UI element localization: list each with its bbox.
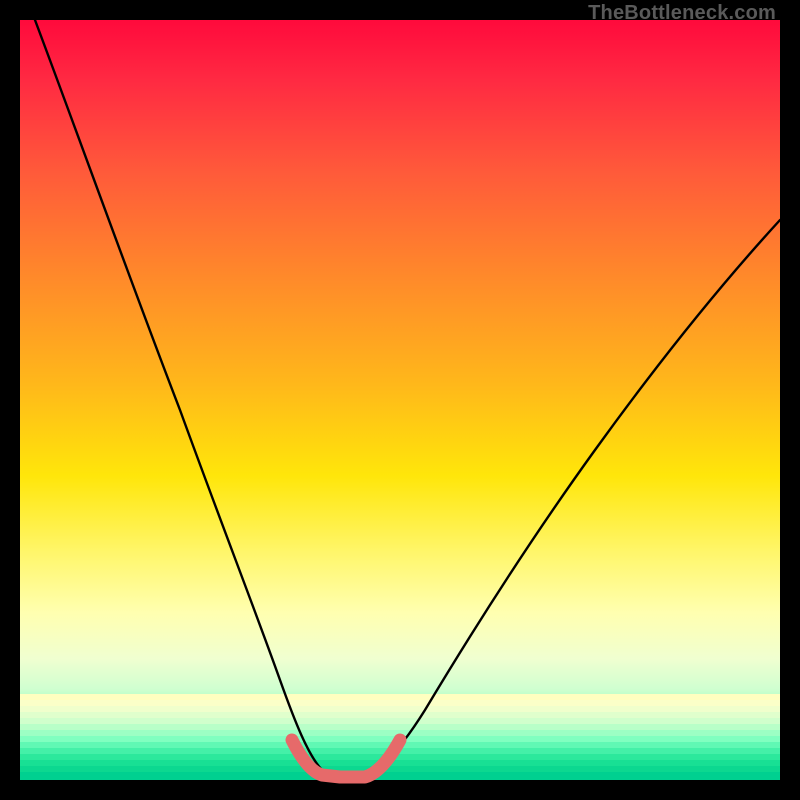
chart-frame: TheBottleneck.com — [0, 0, 800, 800]
plot-area — [20, 20, 780, 780]
highlight-segment — [292, 740, 400, 777]
main-curve — [35, 20, 780, 776]
chart-svg — [20, 20, 780, 780]
